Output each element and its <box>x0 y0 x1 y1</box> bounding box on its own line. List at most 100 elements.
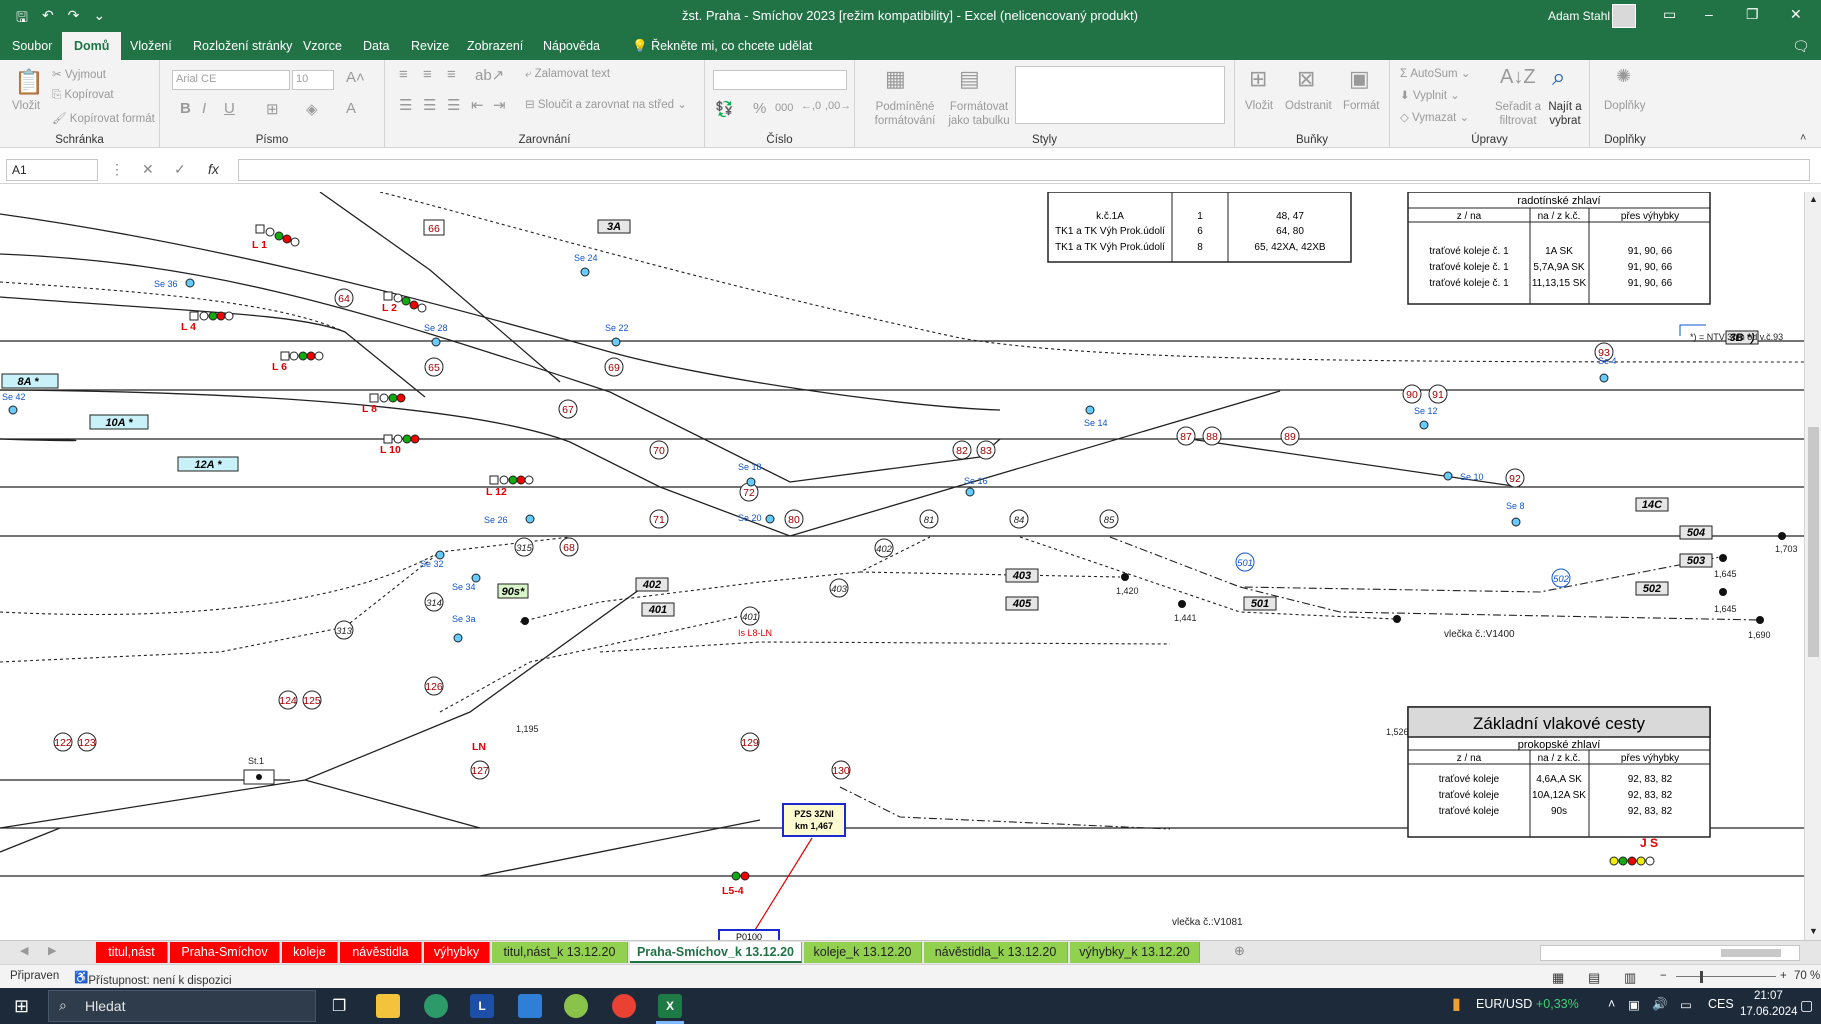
sheet-tab[interactable]: koleje <box>282 942 338 963</box>
file-explorer-icon[interactable] <box>376 994 400 1018</box>
zoom-in-icon[interactable]: + <box>1780 970 1787 982</box>
find-select-button[interactable]: Najít a vybrat <box>1542 100 1588 128</box>
sheet-tab[interactable]: návěstidla_k 13.12.20 <box>924 942 1068 963</box>
add-sheet-icon[interactable]: ⊕ <box>1234 943 1245 959</box>
decrease-decimal-icon[interactable]: ,00→ <box>825 100 851 112</box>
tell-me-box[interactable]: 💡 Řekněte mi, co chcete udělat <box>620 32 824 60</box>
battery-icon[interactable]: ▭ <box>1680 997 1692 1012</box>
autosum-button[interactable]: Σ AutoSum ⌄ <box>1400 66 1470 80</box>
format-table-icon[interactable]: ▤ <box>959 66 980 92</box>
chrome-icon[interactable] <box>612 994 636 1018</box>
volume-icon[interactable]: 🔊 <box>1652 997 1668 1012</box>
indent-decrease-icon[interactable]: ⇤ <box>471 96 484 114</box>
format-painter-button[interactable]: 🖌 Kopírovat formát <box>52 111 155 125</box>
avatar[interactable] <box>1612 4 1636 28</box>
zoom-out-icon[interactable]: − <box>1660 970 1667 982</box>
enter-icon[interactable]: ✓ <box>174 161 186 178</box>
tab-revize[interactable]: Revize <box>399 32 461 60</box>
format-cells-icon[interactable]: ▣ <box>1349 66 1370 92</box>
stock-change[interactable]: +0,33% <box>1536 997 1579 1011</box>
network-icon[interactable]: ▣ <box>1628 997 1640 1012</box>
tab-zobrazeni[interactable]: Zobrazení <box>455 32 535 60</box>
font-color-icon[interactable]: A <box>346 100 356 117</box>
zoom-thumb[interactable] <box>1700 971 1703 983</box>
sheet-tab[interactable]: titul,nást_k 13.12.20 <box>492 942 628 963</box>
align-top-icon[interactable]: ≡ <box>399 66 408 83</box>
tab-napoveda[interactable]: Nápověda <box>531 32 612 60</box>
tray-chevron-icon[interactable]: ˄ <box>1608 997 1615 1011</box>
taskbar-search[interactable]: ⌕ Hledat <box>48 990 316 1022</box>
horizontal-scrollbar[interactable] <box>1540 945 1800 961</box>
fill-color-icon[interactable]: ◈ <box>306 100 318 118</box>
windows-start-icon[interactable]: ⊞ <box>14 996 29 1017</box>
currency-icon[interactable]: 💱 <box>715 100 734 118</box>
cut-button[interactable]: ✂ Vyjmout <box>52 67 106 81</box>
fill-button[interactable]: ⬇ Vyplnit ⌄ <box>1400 88 1460 102</box>
sheet-tab-active[interactable]: Praha-Smíchov_k 13.12.20 <box>630 942 802 963</box>
delete-cells-button[interactable]: Odstranit <box>1285 100 1332 112</box>
next-sheet-icon[interactable]: ▶ <box>48 944 56 957</box>
scroll-down-icon[interactable]: ▼ <box>1809 926 1818 936</box>
clock-time[interactable]: 21:07 <box>1754 990 1783 1002</box>
redo-icon[interactable]: ↷ <box>68 7 80 31</box>
tab-rozlozeni[interactable]: Rozložení stránky <box>181 32 304 60</box>
grow-font-icon[interactable]: A˄ <box>346 69 365 86</box>
edge-icon[interactable] <box>424 994 448 1018</box>
sheet-tab[interactable]: Praha-Smíchov <box>170 942 280 963</box>
italic-icon[interactable]: I <box>202 100 206 117</box>
accessibility-status[interactable]: ♿ Přístupnost: není k dispozici <box>74 970 232 987</box>
scroll-thumb[interactable] <box>1721 949 1781 957</box>
prev-sheet-icon[interactable]: ◀ <box>20 944 28 957</box>
align-center-icon[interactable]: ☰ <box>423 96 436 114</box>
page-layout-icon[interactable]: ▤ <box>1588 970 1600 986</box>
sort-filter-button[interactable]: Seřadit a filtrovat <box>1490 100 1546 128</box>
increase-decimal-icon[interactable]: ←,0 <box>801 100 821 112</box>
align-middle-icon[interactable]: ≡ <box>423 66 432 83</box>
name-box[interactable]: A1 <box>6 159 98 181</box>
close-icon[interactable]: ✕ <box>1790 6 1802 23</box>
vertical-scrollbar[interactable]: ▲ ▼ <box>1804 192 1821 940</box>
tab-soubor[interactable]: Soubor <box>0 32 64 60</box>
excel-icon[interactable]: X <box>658 994 682 1018</box>
maximize-icon[interactable]: ❐ <box>1746 6 1759 23</box>
tab-vlozeni[interactable]: Vložení <box>118 32 184 60</box>
find-select-icon[interactable]: ⌕ <box>1552 64 1565 92</box>
indent-increase-icon[interactable]: ⇥ <box>493 96 506 114</box>
page-break-icon[interactable]: ▥ <box>1624 970 1636 986</box>
merge-center-button[interactable]: ⊟ Sloučit a zarovnat na střed ⌄ <box>525 97 687 111</box>
l-app-icon[interactable]: L <box>470 994 494 1018</box>
orientation-icon[interactable]: ab↗ <box>475 66 504 84</box>
clear-button[interactable]: ◇ Vymazat ⌄ <box>1400 110 1469 124</box>
align-left-icon[interactable]: ☰ <box>399 96 412 114</box>
formula-input[interactable] <box>238 159 1810 181</box>
app-green-icon[interactable] <box>564 994 588 1018</box>
conditional-format-icon[interactable]: ▦ <box>885 66 906 92</box>
paste-icon[interactable]: 📋 <box>14 68 44 97</box>
minimize-icon[interactable]: – <box>1705 6 1713 22</box>
normal-view-icon[interactable]: ▦ <box>1552 970 1564 986</box>
collapse-ribbon-icon[interactable]: ˄ <box>1800 132 1806 144</box>
number-format-select[interactable] <box>713 70 847 90</box>
comments-icon[interactable]: 🗨 <box>1792 38 1810 55</box>
bold-icon[interactable]: B <box>180 100 191 117</box>
font-name-input[interactable]: Arial CE <box>172 70 290 90</box>
conditional-format-button[interactable]: Podmíněné formátování <box>865 100 945 128</box>
scroll-thumb[interactable] <box>1808 427 1819 657</box>
undo-icon[interactable]: ↶ <box>42 7 54 31</box>
percent-icon[interactable]: % <box>753 100 766 117</box>
insert-cells-icon[interactable]: ⊞ <box>1249 66 1267 92</box>
sheet-tab[interactable]: výhybky_k 13.12.20 <box>1070 942 1200 963</box>
task-view-icon[interactable]: ❐ <box>332 996 346 1016</box>
addins-icon[interactable]: ✺ <box>1616 66 1631 87</box>
mail-icon[interactable] <box>518 994 542 1018</box>
customize-qat-icon[interactable]: ⌄ <box>93 7 105 31</box>
sheet-tab[interactable]: výhybky <box>424 942 490 963</box>
align-bottom-icon[interactable]: ≡ <box>447 66 456 83</box>
tab-domu[interactable]: Domů <box>62 32 122 60</box>
stock-name[interactable]: EUR/USD <box>1476 997 1532 1011</box>
scroll-up-icon[interactable]: ▲ <box>1809 194 1818 204</box>
sheet-tab[interactable]: návěstidla <box>340 942 422 963</box>
ribbon-display-icon[interactable]: ▭ <box>1663 6 1676 23</box>
sheet-tab[interactable]: koleje_k 13.12.20 <box>804 942 922 963</box>
font-size-input[interactable]: 10 <box>292 70 334 90</box>
